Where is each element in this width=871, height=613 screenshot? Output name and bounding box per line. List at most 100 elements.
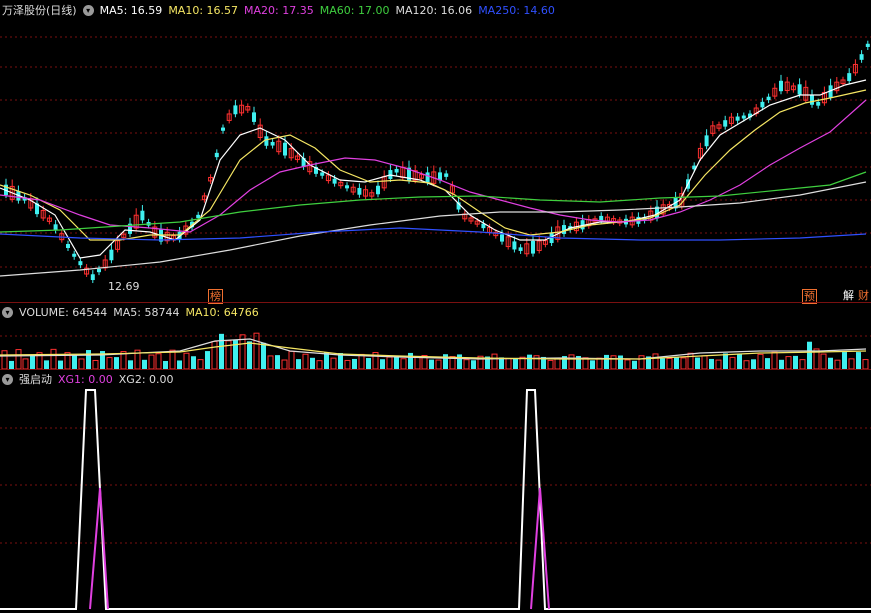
volume-bar-up [183, 352, 190, 369]
volume-bar-up [701, 355, 708, 369]
volume-bar-up [771, 351, 778, 369]
stock-title: 万泽股份(日线) [2, 4, 77, 17]
candle-down [444, 173, 449, 177]
volume-bar-down [751, 359, 756, 369]
chevron-down-icon[interactable]: ▾ [2, 306, 13, 318]
volume-bar-up [15, 349, 22, 369]
volume-panel[interactable]: ▾ VOLUME: 64544 MA5: 58744 MA10: 64766 [0, 303, 871, 369]
volume-bar-up [253, 332, 260, 369]
indicator-chart[interactable] [0, 370, 871, 613]
candle-down [816, 101, 821, 106]
volume-bar-up [211, 340, 218, 369]
volume-bar-up [267, 355, 274, 369]
volume-label: VOLUME: 64544 [19, 305, 108, 319]
volume-bar-up [281, 359, 288, 369]
volume-bar-down [205, 351, 210, 369]
volume-bar-up [505, 357, 512, 369]
volume-bar-up [729, 356, 736, 369]
volume-ma5-line [0, 338, 867, 360]
volume-bar-up [414, 357, 421, 369]
candle-down [233, 105, 238, 115]
indicator-panel[interactable]: ▾ 强启动 XG1: 0.00 XG2: 0.00 [0, 370, 871, 613]
volume-bar-down [261, 342, 266, 369]
volume-bar-down [457, 354, 462, 369]
candle-down [109, 249, 114, 261]
chevron-down-icon[interactable]: ▾ [82, 4, 94, 16]
volume-bar-up [106, 357, 113, 369]
volume-bar-down [618, 355, 623, 369]
volume-bar-down [310, 357, 315, 369]
kline-panel[interactable]: 万泽股份(日线) ▾ MA5: 16.59 MA10: 16.57 MA20: … [0, 0, 871, 304]
volume-bar-down [177, 360, 182, 369]
volume-bar-down [604, 354, 609, 369]
volume-bar-up [715, 359, 722, 369]
volume-bar-down [765, 358, 770, 369]
volume-bar-up [288, 350, 295, 369]
volume-bar-down [191, 356, 196, 369]
candle-down [810, 95, 814, 105]
candle-down [394, 168, 399, 173]
volume-bar-down [590, 360, 595, 369]
candle-down [797, 84, 802, 95]
candle-down [332, 178, 337, 184]
volume-bar-up [92, 359, 99, 369]
volume-bar-up [155, 353, 162, 369]
candle-down [865, 43, 870, 47]
volume-bar-down [9, 360, 14, 369]
volume-bar-down [471, 360, 476, 369]
candle-down [264, 136, 269, 146]
volume-bar-up [680, 357, 687, 369]
volume-bar-down [86, 350, 91, 369]
ma60-label: MA60: 17.00 [319, 3, 390, 17]
kline-chart[interactable] [0, 0, 871, 302]
candle-down [531, 240, 535, 254]
xg2-line [0, 389, 871, 610]
tag-jie[interactable]: 解 [842, 289, 855, 302]
volume-bar-down [429, 359, 434, 369]
volume-bar-down [163, 360, 168, 369]
ma10-label: MA10: 16.57 [168, 3, 239, 17]
volume-bar-down [828, 357, 833, 369]
ma20-label: MA20: 17.35 [244, 3, 314, 17]
candle-down [704, 135, 709, 147]
candle-down [320, 172, 325, 176]
volume-bar-up [463, 359, 470, 369]
volume-bar-up [358, 353, 365, 369]
volume-bar-up [400, 358, 407, 369]
volume-bar-up [785, 356, 792, 369]
candle-down [779, 80, 783, 92]
candle-down [859, 54, 864, 60]
volume-bar-up [834, 359, 841, 369]
volume-bar-down [709, 358, 714, 369]
volume-bar-down [408, 352, 413, 369]
volume-bar-down [380, 359, 385, 369]
tag-cai[interactable]: 财 [857, 289, 870, 302]
low-price-label: 12.69 [108, 280, 140, 293]
volume-bar-up [302, 353, 309, 369]
volume-bar-down [219, 333, 224, 369]
kline-header: 万泽股份(日线) ▾ MA5: 16.59 MA10: 16.57 MA20: … [2, 3, 555, 18]
volume-bar-up [610, 355, 617, 369]
indicator-header: ▾ 强启动 XG1: 0.00 XG2: 0.00 [2, 372, 174, 386]
volume-bar-down [366, 358, 371, 369]
candle-down [723, 120, 728, 127]
volume-bar-down [793, 355, 798, 369]
candle-down [345, 185, 349, 189]
ma250-label: MA250: 14.60 [478, 3, 555, 17]
candle-down [78, 261, 83, 266]
ma5-label: MA5: 16.59 [99, 3, 163, 17]
volume-bar-down [275, 355, 280, 369]
volume-bar-up [1, 350, 8, 369]
volume-bar-down [527, 354, 532, 369]
candle-down [500, 234, 504, 242]
candle-down [270, 141, 275, 146]
volume-bar-up [652, 353, 659, 369]
volume-bar-down [142, 359, 147, 369]
candle-down [221, 127, 225, 131]
volume-bar-up [169, 349, 176, 369]
chevron-down-icon[interactable]: ▾ [2, 373, 13, 385]
candle-down [599, 215, 604, 221]
volume-bar-down [632, 360, 637, 369]
candle-down [741, 115, 746, 119]
volume-bar-up [596, 357, 603, 369]
